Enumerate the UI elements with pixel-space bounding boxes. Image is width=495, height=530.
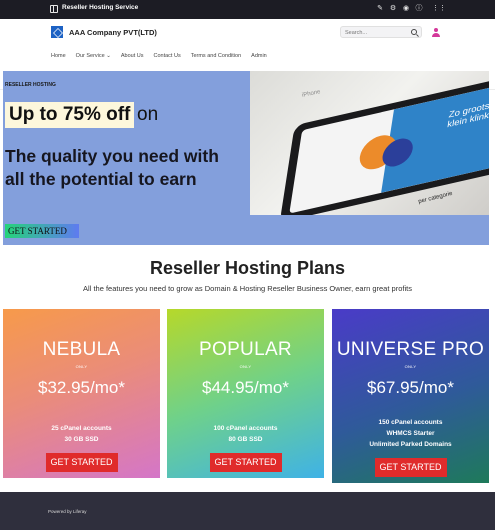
edit-pencil-icon[interactable]: ✎ [375,4,385,14]
plan-features: 25 cPanel accounts 30 GB SSD [3,423,160,445]
plan-features: 100 cPanel accounts 80 GB SSD [167,423,324,445]
search-icon[interactable] [411,29,417,35]
plan-price: $32.95/mo* [38,378,125,397]
site-footer: Powered by Liferay [0,492,495,530]
plan-only-label: ONLY [404,364,417,369]
company-logo[interactable] [51,26,63,38]
hero-tablet-photo: iPhone Zo groots kan klein klinken per c… [250,71,489,215]
photo-phone-label: iPhone [301,89,322,99]
nav-item-contact-us[interactable]: Contact Us [153,53,180,59]
plan-feature: 100 cPanel accounts [213,425,278,432]
search-box [340,26,422,38]
search-input[interactable] [345,28,405,37]
photo-card-text: per categorie [417,190,454,206]
plan-feature: 30 GB SSD [64,436,99,443]
plan-card-popular: POPULAR ONLY $44.95/mo* 100 cPanel accou… [167,309,324,478]
hero-discount-suffix: on [137,104,159,125]
nav-item-terms[interactable]: Terms and Condition [191,53,241,59]
get-started-button[interactable]: GET STARTED [374,458,447,477]
info-icon[interactable]: ⓘ [414,4,424,14]
hero-banner: RESELLER HOSTING Up to 75% off on The qu… [3,71,489,245]
simulation-icon[interactable]: ◉ [401,4,411,14]
plan-only-label: ONLY [75,364,88,369]
plan-feature: 80 GB SSD [228,436,263,443]
plans-title: Reseller Hosting Plans [149,258,346,278]
plans-subtitle: All the features you need to grow as Dom… [83,284,412,293]
nav-item-admin[interactable]: Admin [251,53,267,59]
chevron-down-icon: ⌄ [106,53,111,59]
plan-feature: 150 cPanel accounts [378,419,443,426]
plan-price: $44.95/mo* [202,378,289,397]
page-name: Reseller Hosting Service [62,4,139,11]
plan-price: $67.95/mo* [367,378,454,397]
plan-card-universe-pro: UNIVERSE PRO ONLY $67.95/mo* 150 cPanel … [332,309,489,483]
get-started-button[interactable]: GET STARTED [45,453,118,472]
plan-features: 150 cPanel accounts WHMCS Starter Unlimi… [332,417,489,450]
nav-item-home[interactable]: Home [51,53,66,59]
nav-item-our-service[interactable]: Our Service ⌄ [76,53,111,59]
powered-by-text[interactable]: Powered by Liferay [48,509,87,514]
plan-only-label: ONLY [239,364,252,369]
hero-get-started-button[interactable]: GET STARTED [5,224,79,238]
plan-feature: Unlimited Parked Domains [369,441,452,448]
grid-menu-icon[interactable]: ⋮⋮ [432,4,446,14]
main-nav: Home Our Service ⌄ About Us Contact Us T… [51,53,267,59]
user-icon[interactable] [432,28,440,37]
sidebar-panel-icon[interactable] [50,5,58,13]
nav-item-about-us[interactable]: About Us [121,53,144,59]
plan-card-nebula: NEBULA ONLY $32.95/mo* 25 cPanel account… [3,309,160,478]
hero-kicker: RESELLER HOSTING [5,82,56,88]
plan-name: UNIVERSE PRO [336,339,485,360]
gear-icon[interactable]: ⚙ [388,4,398,14]
site-header: AAA Company PVT(LTD) Home Our Service ⌄ … [0,19,495,90]
plan-name: NEBULA [42,339,121,360]
hero-tagline: The quality you need with all the potent… [5,146,219,189]
get-started-button[interactable]: GET STARTED [209,453,282,472]
plan-name: POPULAR [199,339,292,360]
hero-discount: Up to 75% off [5,102,135,128]
admin-control-bar: Reseller Hosting Service ✎ ⚙ ◉ ⓘ ⋮⋮ [0,0,495,19]
plan-feature: 25 cPanel accounts [51,425,112,432]
plan-feature: WHMCS Starter [386,430,435,437]
site-name[interactable]: AAA Company PVT(LTD) [69,28,157,37]
